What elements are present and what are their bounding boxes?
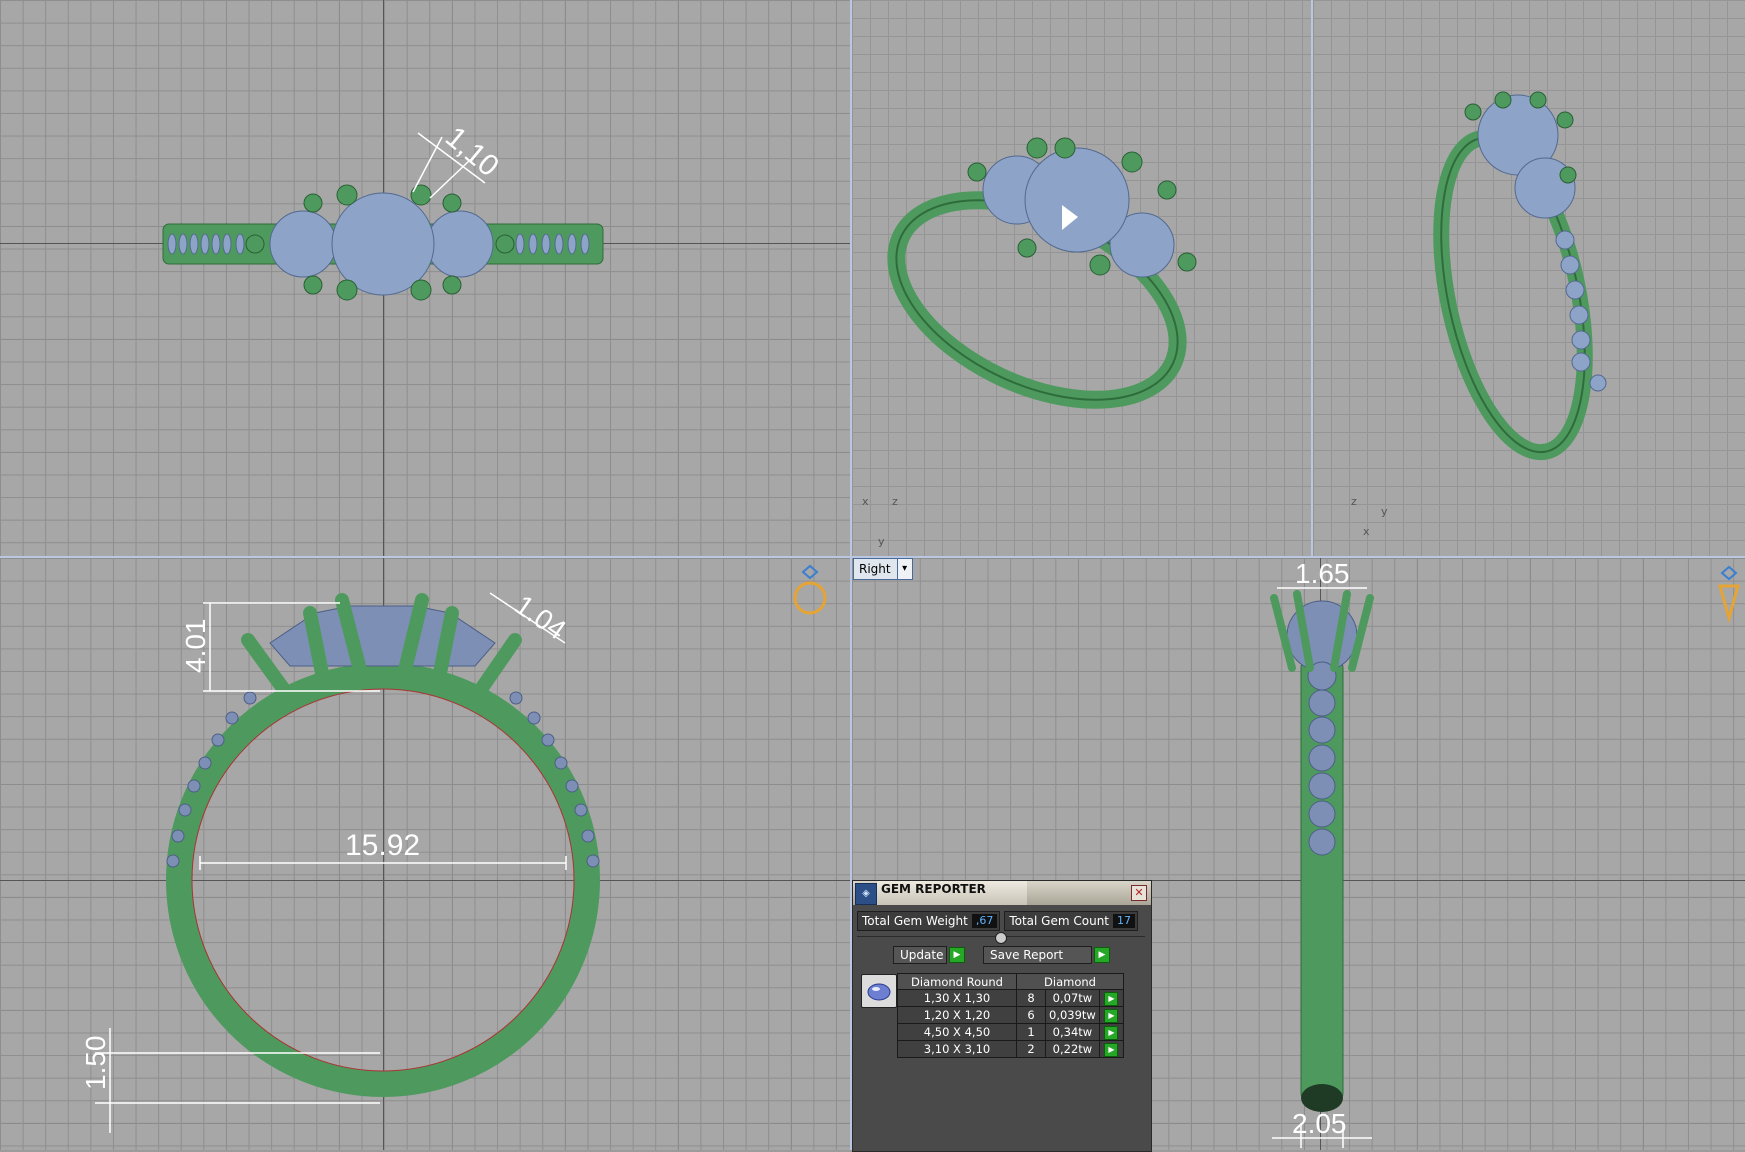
total-weight-label: Total Gem Weight bbox=[862, 914, 968, 928]
axis-x-label: x bbox=[862, 495, 869, 508]
axis-z-label-2: z bbox=[1351, 495, 1357, 508]
row-go-icon[interactable]: ▶ bbox=[1098, 1040, 1125, 1058]
table-row[interactable]: 1,20 X 1,20 6 0,039tw ▶ bbox=[897, 1006, 1125, 1024]
col-header-stone: Diamond bbox=[1016, 973, 1124, 990]
collapse-knob-icon[interactable] bbox=[995, 932, 1007, 944]
viewport-perspective-2[interactable]: z y x bbox=[1313, 0, 1745, 556]
row-weight: 0,039tw bbox=[1045, 1006, 1100, 1024]
ring-front-view: 4.01 1.04 15.92 1.50 bbox=[80, 564, 827, 1133]
row-weight: 0,07tw bbox=[1045, 989, 1100, 1007]
ring-side-icon[interactable] bbox=[1718, 584, 1740, 624]
row-size: 1,20 X 1,20 bbox=[897, 1006, 1017, 1024]
row-weight: 0,34tw bbox=[1045, 1023, 1100, 1041]
viewport-divider-v2[interactable] bbox=[1311, 0, 1313, 556]
table-row[interactable]: 1,30 X 1,30 8 0,07tw ▶ bbox=[897, 989, 1125, 1007]
table-header-row: Diamond Round Diamond bbox=[897, 973, 1124, 990]
row-size: 3,10 X 3,10 bbox=[897, 1040, 1017, 1058]
row-weight: 0,22tw bbox=[1045, 1040, 1100, 1058]
update-go-icon[interactable]: ▶ bbox=[949, 947, 965, 963]
total-count-label: Total Gem Count bbox=[1009, 914, 1110, 928]
row-count: 1 bbox=[1016, 1023, 1046, 1041]
row-size: 1,30 X 1,30 bbox=[897, 989, 1017, 1007]
total-weight-value: ,67 bbox=[971, 914, 998, 928]
save-go-icon[interactable]: ▶ bbox=[1094, 947, 1110, 963]
row-go-icon[interactable]: ▶ bbox=[1098, 1023, 1125, 1041]
dim-inner-diameter-label: 15.92 bbox=[345, 829, 420, 862]
total-count-value: 17 bbox=[1113, 914, 1136, 928]
ring-perspective-1: x y z bbox=[862, 137, 1197, 548]
axis-y-label-2: y bbox=[1381, 505, 1388, 518]
gem-reporter-icon: ◈ bbox=[855, 883, 877, 905]
row-go-icon[interactable]: ▶ bbox=[1098, 1006, 1125, 1024]
viewport-top[interactable]: 1,10 bbox=[0, 0, 850, 556]
gem-reporter-panel: ◈ GEM REPORTER ✕ Total Gem Weight ,67 To… bbox=[852, 880, 1152, 1152]
save-report-button[interactable]: Save Report bbox=[983, 946, 1092, 964]
panel-title: GEM REPORTER bbox=[881, 882, 986, 896]
viewport-perspective-1[interactable]: x y z bbox=[852, 0, 1311, 556]
axis-x-label-2: x bbox=[1363, 525, 1370, 538]
ring-view-icon[interactable] bbox=[793, 581, 827, 615]
view-selector-label: Right bbox=[859, 562, 891, 576]
view-selector-dropdown[interactable]: Right ▾ bbox=[853, 558, 913, 580]
ring-top-view: 1,10 bbox=[162, 120, 604, 301]
dim-height-label: 4.01 bbox=[180, 619, 211, 674]
dim-band-label: 1.50 bbox=[80, 1036, 111, 1091]
table-row[interactable]: 4,50 X 4,50 1 0,34tw ▶ bbox=[897, 1023, 1125, 1041]
axis-y-label: y bbox=[878, 535, 885, 548]
diamond-icon bbox=[861, 974, 897, 1008]
row-go-icon[interactable]: ▶ bbox=[1098, 989, 1125, 1007]
row-count: 8 bbox=[1016, 989, 1046, 1007]
close-icon[interactable]: ✕ bbox=[1131, 885, 1147, 901]
viewport-front[interactable]: 4.01 1.04 15.92 1.50 bbox=[0, 558, 850, 1150]
dim-top-width-label: 1.65 bbox=[1295, 558, 1350, 589]
axis-z-label: z bbox=[892, 495, 898, 508]
table-row[interactable]: 3,10 X 3,10 2 0,22tw ▶ bbox=[897, 1040, 1125, 1058]
gem-table: Diamond Round Diamond 1,30 X 1,30 8 0,07… bbox=[897, 973, 1125, 1058]
chevron-down-icon[interactable]: ▾ bbox=[896, 559, 912, 579]
dim-bottom-width-label: 2.05 bbox=[1292, 1108, 1347, 1139]
col-header-shape: Diamond Round bbox=[897, 973, 1017, 990]
ring-perspective-2: z y x bbox=[1351, 91, 1607, 538]
total-count-box: Total Gem Count 17 bbox=[1004, 911, 1139, 931]
row-count: 2 bbox=[1016, 1040, 1046, 1058]
row-count: 6 bbox=[1016, 1006, 1046, 1024]
total-weight-box: Total Gem Weight ,67 bbox=[857, 911, 1001, 931]
row-size: 4,50 X 4,50 bbox=[897, 1023, 1017, 1041]
update-button[interactable]: Update bbox=[893, 946, 947, 964]
